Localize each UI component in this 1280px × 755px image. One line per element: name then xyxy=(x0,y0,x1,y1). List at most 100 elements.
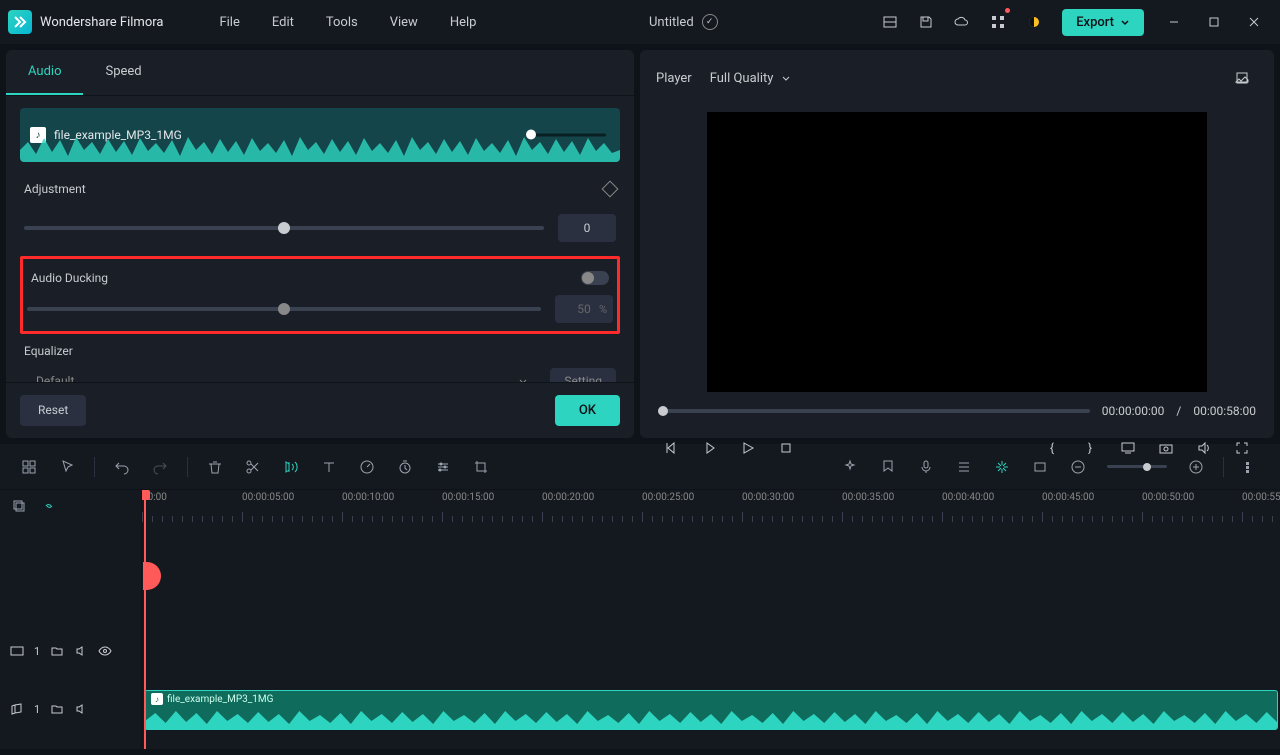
audio-clip-preview[interactable]: ♪ file_example_MP3_1MG xyxy=(20,108,620,162)
ok-button[interactable]: OK xyxy=(555,395,620,426)
clip-waveform-icon xyxy=(145,707,1277,729)
adjustment-header: Adjustment xyxy=(20,170,620,204)
timer-icon[interactable] xyxy=(390,452,420,482)
grid-icon[interactable] xyxy=(14,452,44,482)
theme-icon[interactable] xyxy=(1018,6,1050,38)
mute-icon[interactable] xyxy=(74,644,88,658)
keyframe-diamond-icon[interactable] xyxy=(602,181,619,198)
audio-ducking-label: Audio Ducking xyxy=(31,271,108,285)
document-title-text: Untitled xyxy=(649,15,694,30)
cursor-icon[interactable] xyxy=(52,452,82,482)
percent-unit: % xyxy=(599,303,607,316)
audio-track-header: 1 xyxy=(0,680,141,738)
equalizer-preset-value: Default xyxy=(36,374,74,382)
equalizer-label: Equalizer xyxy=(24,344,73,358)
chevron-down-icon xyxy=(1120,17,1130,27)
video-preview[interactable] xyxy=(707,112,1207,392)
menu-help[interactable]: Help xyxy=(434,15,493,30)
audio-clip[interactable]: ♪ file_example_MP3_1MG xyxy=(144,690,1278,730)
apps-icon[interactable] xyxy=(982,6,1014,38)
adjust-icon[interactable] xyxy=(428,452,458,482)
player-panel: Player Full Quality 00:00:00:00 / 00:00:… xyxy=(640,50,1274,438)
equalizer-setting-button[interactable]: Setting xyxy=(550,368,616,382)
split-icon[interactable] xyxy=(238,452,268,482)
clip-name: file_example_MP3_1MG xyxy=(167,694,273,705)
cloud-icon[interactable] xyxy=(946,6,978,38)
video-track-header: 1 xyxy=(0,622,141,680)
eye-icon[interactable] xyxy=(98,644,112,658)
undo-icon[interactable] xyxy=(107,452,137,482)
app-name: Wondershare Filmora xyxy=(40,15,163,30)
audio-ducking-slider[interactable] xyxy=(27,307,541,311)
copy-tracks-icon[interactable] xyxy=(10,497,28,515)
time-total: 00:00:58:00 xyxy=(1193,404,1256,418)
scrub-bar[interactable] xyxy=(658,409,1090,413)
zoom-out-icon[interactable] xyxy=(1063,452,1093,482)
time-sep: / xyxy=(1176,404,1181,418)
timeline-tracks[interactable]: 00:0000:00:05:0000:00:10:0000:00:15:0000… xyxy=(142,490,1280,749)
maximize-button[interactable] xyxy=(1196,6,1232,38)
save-icon[interactable] xyxy=(910,6,942,38)
reset-button[interactable]: Reset xyxy=(20,395,86,426)
time-current: 00:00:00:00 xyxy=(1102,404,1165,418)
timeline-ruler[interactable]: 00:0000:00:05:0000:00:10:0000:00:15:0000… xyxy=(142,490,1280,522)
menu-tools[interactable]: Tools xyxy=(310,15,374,30)
audio-edit-icon[interactable] xyxy=(276,452,306,482)
pitch-value[interactable]: 0 xyxy=(558,214,616,242)
layout-icon[interactable] xyxy=(874,6,906,38)
tab-speed[interactable]: Speed xyxy=(83,50,163,95)
video-track-icon xyxy=(10,644,24,658)
zoom-slider[interactable] xyxy=(1107,465,1167,468)
quality-select[interactable]: Full Quality xyxy=(710,71,792,86)
audio-ducking-section: Audio Ducking 50 % xyxy=(20,256,620,334)
text-icon[interactable] xyxy=(314,452,344,482)
audio-panel: Audio Speed ♪ file_example_MP3_1MG Adjus… xyxy=(6,50,634,438)
timeline-toolbar xyxy=(0,444,1280,490)
titlebar: Wondershare Filmora File Edit Tools View… xyxy=(0,0,1280,44)
link-icon[interactable] xyxy=(40,497,58,515)
quality-value: Full Quality xyxy=(710,71,774,86)
panel-tabs: Audio Speed xyxy=(6,50,634,96)
audio-ducking-toggle[interactable] xyxy=(581,271,609,285)
mute-icon[interactable] xyxy=(74,702,88,716)
mixer-icon[interactable] xyxy=(949,452,979,482)
render-icon[interactable] xyxy=(987,452,1017,482)
folder-icon[interactable] xyxy=(50,702,64,716)
tab-audio[interactable]: Audio xyxy=(6,50,83,95)
clip-volume-slider[interactable] xyxy=(526,134,606,137)
mic-icon[interactable] xyxy=(911,452,941,482)
player-label: Player xyxy=(656,71,692,86)
audio-track-row[interactable]: ♪ file_example_MP3_1MG xyxy=(142,680,1280,738)
snapshot-icon[interactable] xyxy=(1226,62,1258,94)
frame-icon[interactable] xyxy=(1025,452,1055,482)
music-note-icon: ♪ xyxy=(151,693,163,705)
adjustment-label: Adjustment xyxy=(24,182,86,196)
menu-file[interactable]: File xyxy=(203,15,255,30)
menu-edit[interactable]: Edit xyxy=(256,15,310,30)
video-track-row[interactable] xyxy=(142,622,1280,680)
preview-area xyxy=(640,106,1274,398)
pitch-slider[interactable] xyxy=(24,226,544,230)
empty-track-area xyxy=(142,522,1280,622)
menu-view[interactable]: View xyxy=(374,15,434,30)
delete-icon[interactable] xyxy=(200,452,230,482)
zoom-in-icon[interactable] xyxy=(1181,452,1211,482)
crop-icon[interactable] xyxy=(466,452,496,482)
audio-clip-name: file_example_MP3_1MG xyxy=(54,128,182,142)
playhead[interactable] xyxy=(144,490,146,749)
speed-icon[interactable] xyxy=(352,452,382,482)
chevron-down-icon xyxy=(781,73,791,83)
folder-icon[interactable] xyxy=(50,644,64,658)
close-button[interactable] xyxy=(1236,6,1272,38)
redo-icon[interactable] xyxy=(145,452,175,482)
audio-track-number: 1 xyxy=(34,703,40,716)
timeline: 1 1 00:0000:00:05:0000:00:10:0000:00:15:… xyxy=(0,444,1280,749)
marker-sparkle-icon[interactable] xyxy=(835,452,865,482)
app-logo xyxy=(8,10,32,34)
equalizer-preset-select[interactable]: Default xyxy=(24,366,540,382)
track-options-icon[interactable] xyxy=(1236,452,1266,482)
marker-icon[interactable] xyxy=(873,452,903,482)
minimize-button[interactable] xyxy=(1156,6,1192,38)
export-button[interactable]: Export xyxy=(1062,9,1144,36)
document-title: Untitled ✓ xyxy=(649,14,718,30)
